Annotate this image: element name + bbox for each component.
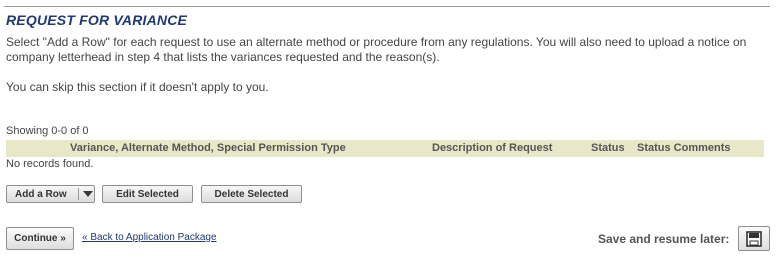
delete-selected-button[interactable]: Delete Selected bbox=[201, 185, 302, 203]
section-description: Select "Add a Row" for each request to u… bbox=[6, 35, 747, 64]
split-separator bbox=[78, 188, 79, 200]
column-header-description[interactable]: Description of Request bbox=[432, 142, 552, 154]
chevron-down-icon[interactable] bbox=[83, 191, 93, 197]
column-header-status[interactable]: Status bbox=[591, 142, 625, 154]
column-header-status-comments[interactable]: Status Comments bbox=[637, 142, 731, 154]
back-to-application-package-link[interactable]: « Back to Application Package bbox=[82, 232, 217, 243]
save-resume-label: Save and resume later: bbox=[598, 232, 730, 246]
column-header-variance-type[interactable]: Variance, Alternate Method, Special Perm… bbox=[70, 142, 346, 154]
save-resume-button[interactable] bbox=[738, 226, 770, 251]
add-row-label: Add a Row bbox=[15, 188, 67, 200]
add-row-button[interactable]: Add a Row bbox=[6, 185, 95, 203]
empty-grid-message: No records found. bbox=[6, 158, 94, 170]
top-divider bbox=[4, 6, 770, 7]
save-icon bbox=[746, 230, 762, 247]
section-title: REQUEST FOR VARIANCE bbox=[6, 12, 188, 28]
skip-note: You can skip this section if it doesn't … bbox=[6, 80, 269, 94]
continue-button[interactable]: Continue » bbox=[6, 227, 74, 250]
records-count: Showing 0-0 of 0 bbox=[6, 125, 89, 137]
grid-header: Variance, Alternate Method, Special Perm… bbox=[6, 140, 764, 157]
edit-selected-button[interactable]: Edit Selected bbox=[102, 185, 193, 203]
